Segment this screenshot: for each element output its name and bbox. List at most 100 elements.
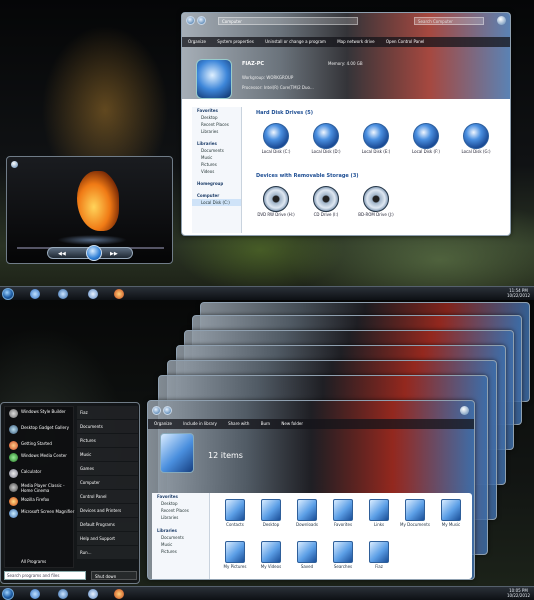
system-clock[interactable]: 10:05 PM 10/22/2012 <box>507 588 530 598</box>
toolbar-control-panel[interactable]: Open Control Panel <box>386 39 424 44</box>
toolbar-organize[interactable]: Organize <box>188 39 206 44</box>
nav-libraries[interactable]: Libraries <box>192 140 241 147</box>
toolbar-uninstall[interactable]: Uninstall or change a program <box>265 39 326 44</box>
nav-pictures[interactable]: Pictures <box>152 548 209 555</box>
nav-documents[interactable]: Documents <box>192 147 241 154</box>
play-button[interactable] <box>86 245 102 261</box>
place-user[interactable]: Fiaz <box>77 406 138 419</box>
start-orb[interactable] <box>2 288 14 300</box>
toolbar-organize[interactable]: Organize <box>154 421 172 426</box>
program-mpc-hc[interactable]: Media Player Classic - Home Cinema <box>7 483 75 493</box>
place-run[interactable]: Run... <box>77 546 138 559</box>
all-programs[interactable]: All Programs <box>7 559 75 564</box>
help-icon[interactable] <box>497 16 506 25</box>
nav-local-disk-c[interactable]: Local Disk (C:) <box>192 199 241 206</box>
previous-icon[interactable]: ◀◀ <box>58 251 66 257</box>
place-default-programs[interactable]: Default Programs <box>77 518 138 531</box>
drive-f[interactable]: Local Disk (F:) <box>406 123 446 154</box>
place-control-panel[interactable]: Control Panel <box>77 490 138 503</box>
toolbar-include-library[interactable]: Include in library <box>183 421 217 426</box>
computer-taskbar-icon[interactable] <box>88 289 98 299</box>
start-orb[interactable] <box>2 588 14 600</box>
folder-links[interactable]: Links <box>364 499 394 527</box>
folder-my-music[interactable]: My Music <box>436 499 466 527</box>
search-input[interactable]: Search Computer <box>414 17 484 25</box>
place-devices-printers[interactable]: Devices and Printers <box>77 504 138 517</box>
program-getting-started[interactable]: Getting Started <box>7 441 75 450</box>
firefox-taskbar-icon[interactable] <box>114 589 124 599</box>
media-player-taskbar-icon[interactable] <box>58 289 68 299</box>
nav-documents[interactable]: Documents <box>152 534 209 541</box>
forward-button[interactable] <box>163 406 172 415</box>
nav-computer[interactable]: Computer <box>192 192 241 199</box>
folder-favorites[interactable]: Favorites <box>328 499 358 527</box>
drive-label: DVD RW Drive (H:) <box>257 212 295 217</box>
drive-d[interactable]: Local Disk (D:) <box>306 123 346 154</box>
toolbar-burn[interactable]: Burn <box>261 421 270 426</box>
drive-j[interactable]: BD-ROM Drive (J:) <box>356 186 396 217</box>
folder-label: Fiaz <box>375 564 383 569</box>
nav-libraries[interactable]: Libraries <box>152 527 209 534</box>
place-music[interactable]: Music <box>77 448 138 461</box>
address-bar[interactable]: Computer <box>218 17 358 25</box>
folder-my-documents[interactable]: My Documents <box>400 499 430 527</box>
drive-h[interactable]: DVD RW Drive (H:) <box>256 186 296 217</box>
program-magnifier[interactable]: Microsoft Screen Magnifier <box>7 509 75 518</box>
program-style-builder[interactable]: Windows Style Builder <box>7 409 75 418</box>
place-pictures[interactable]: Pictures <box>77 434 138 447</box>
nav-libraries-link[interactable]: Libraries <box>152 514 209 521</box>
nav-pictures[interactable]: Pictures <box>192 161 241 168</box>
program-gadget-gallery[interactable]: Desktop Gadget Gallery <box>7 425 75 434</box>
toolbar-new-folder[interactable]: New folder <box>281 421 303 426</box>
folder-downloads[interactable]: Downloads <box>292 499 322 527</box>
nav-desktop[interactable]: Desktop <box>192 114 241 121</box>
program-firefox[interactable]: Mozilla Firefox <box>7 497 75 506</box>
hard-disk-icon <box>313 123 339 149</box>
player-menu-icon[interactable] <box>11 161 18 168</box>
toolbar-share-with[interactable]: Share with <box>228 421 249 426</box>
nav-favorites[interactable]: Favorites <box>192 107 241 114</box>
shutdown-button[interactable]: Shut down <box>91 571 137 580</box>
nav-music[interactable]: Music <box>192 154 241 161</box>
start-menu: Windows Style Builder Desktop Gadget Gal… <box>0 402 140 584</box>
explorer-taskbar-icon[interactable] <box>30 589 40 599</box>
help-icon[interactable] <box>460 406 469 415</box>
nav-recent-places[interactable]: Recent Places <box>152 507 209 514</box>
nav-libraries-link[interactable]: Libraries <box>192 128 241 135</box>
nav-music[interactable]: Music <box>152 541 209 548</box>
folder-fiaz[interactable]: Fiaz <box>364 541 394 569</box>
system-clock[interactable]: 11:54 PM 10/22/2012 <box>507 288 530 298</box>
nav-homegroup[interactable]: Homegroup <box>192 180 241 187</box>
explorer-taskbar-icon[interactable] <box>30 289 40 299</box>
drive-g[interactable]: Local Disk (G:) <box>456 123 496 154</box>
folder-desktop[interactable]: Desktop <box>256 499 286 527</box>
place-computer[interactable]: Computer <box>77 476 138 489</box>
program-calculator[interactable]: Calculator <box>7 469 75 478</box>
folder-searches[interactable]: Searches <box>328 541 358 569</box>
firefox-taskbar-icon[interactable] <box>114 289 124 299</box>
drive-e[interactable]: Local Disk (E:) <box>356 123 396 154</box>
folder-contacts[interactable]: Contacts <box>220 499 250 527</box>
folder-my-videos[interactable]: My Videos <box>256 541 286 569</box>
drive-i[interactable]: CD Drive (I:) <box>306 186 346 217</box>
start-search-input[interactable]: Search programs and files <box>4 571 86 580</box>
toolbar-system-properties[interactable]: System properties <box>217 39 254 44</box>
back-button[interactable] <box>186 16 195 25</box>
back-button[interactable] <box>152 406 161 415</box>
folder-saved[interactable]: Saved <box>292 541 322 569</box>
drive-c[interactable]: Local Disk (C:) <box>256 123 296 154</box>
nav-recent-places[interactable]: Recent Places <box>192 121 241 128</box>
nav-videos[interactable]: Videos <box>192 168 241 175</box>
folder-my-pictures[interactable]: My Pictures <box>220 541 250 569</box>
nav-favorites[interactable]: Favorites <box>152 493 209 500</box>
forward-button[interactable] <box>197 16 206 25</box>
toolbar-map-drive[interactable]: Map network drive <box>337 39 374 44</box>
place-help-support[interactable]: Help and Support <box>77 532 138 545</box>
next-icon[interactable]: ▶▶ <box>110 251 118 257</box>
computer-taskbar-icon[interactable] <box>88 589 98 599</box>
nav-desktop[interactable]: Desktop <box>152 500 209 507</box>
place-games[interactable]: Games <box>77 462 138 475</box>
place-documents[interactable]: Documents <box>77 420 138 433</box>
media-player-taskbar-icon[interactable] <box>58 589 68 599</box>
program-media-center[interactable]: Windows Media Center <box>7 453 75 462</box>
